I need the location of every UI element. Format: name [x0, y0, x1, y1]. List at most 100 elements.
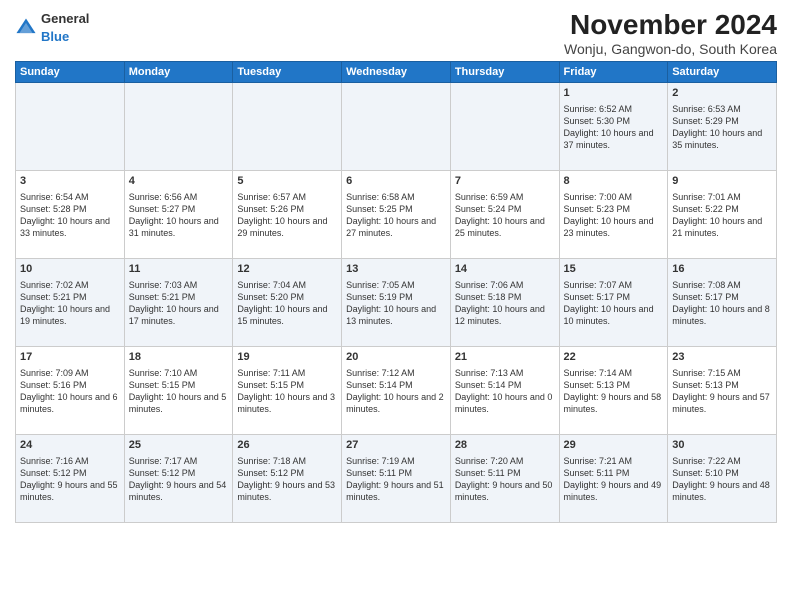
calendar-cell: 25Sunrise: 7:17 AMSunset: 5:12 PMDayligh… [124, 434, 233, 522]
day-info: Daylight: 9 hours and 55 minutes. [20, 479, 120, 503]
calendar-cell: 13Sunrise: 7:05 AMSunset: 5:19 PMDayligh… [342, 258, 451, 346]
day-info: Daylight: 9 hours and 54 minutes. [129, 479, 229, 503]
day-info: Daylight: 10 hours and 19 minutes. [20, 303, 120, 327]
day-number: 8 [564, 174, 664, 189]
calendar-cell [342, 82, 451, 170]
day-info: Sunset: 5:21 PM [129, 291, 229, 303]
calendar-cell: 20Sunrise: 7:12 AMSunset: 5:14 PMDayligh… [342, 346, 451, 434]
day-info: Daylight: 10 hours and 0 minutes. [455, 391, 555, 415]
day-info: Sunset: 5:10 PM [672, 467, 772, 479]
calendar-cell [124, 82, 233, 170]
day-info: Sunset: 5:17 PM [672, 291, 772, 303]
calendar-week-3: 10Sunrise: 7:02 AMSunset: 5:21 PMDayligh… [16, 258, 777, 346]
calendar-cell: 6Sunrise: 6:58 AMSunset: 5:25 PMDaylight… [342, 170, 451, 258]
calendar-cell: 29Sunrise: 7:21 AMSunset: 5:11 PMDayligh… [559, 434, 668, 522]
day-info: Sunrise: 7:02 AM [20, 279, 120, 291]
day-info: Sunset: 5:18 PM [455, 291, 555, 303]
day-info: Daylight: 10 hours and 8 minutes. [672, 303, 772, 327]
day-number: 16 [672, 262, 772, 277]
day-number: 14 [455, 262, 555, 277]
day-info: Sunset: 5:16 PM [20, 379, 120, 391]
calendar-cell: 12Sunrise: 7:04 AMSunset: 5:20 PMDayligh… [233, 258, 342, 346]
logo-blue: Blue [41, 29, 69, 44]
day-info: Daylight: 10 hours and 29 minutes. [237, 215, 337, 239]
day-info: Sunrise: 7:01 AM [672, 191, 772, 203]
day-info: Sunrise: 7:18 AM [237, 455, 337, 467]
day-number: 19 [237, 350, 337, 365]
header-row: Sunday Monday Tuesday Wednesday Thursday… [16, 61, 777, 82]
day-number: 25 [129, 438, 229, 453]
day-number: 2 [672, 86, 772, 101]
day-info: Sunset: 5:26 PM [237, 203, 337, 215]
day-info: Daylight: 9 hours and 57 minutes. [672, 391, 772, 415]
calendar-cell: 15Sunrise: 7:07 AMSunset: 5:17 PMDayligh… [559, 258, 668, 346]
day-info: Sunrise: 7:03 AM [129, 279, 229, 291]
calendar-week-4: 17Sunrise: 7:09 AMSunset: 5:16 PMDayligh… [16, 346, 777, 434]
day-info: Daylight: 10 hours and 5 minutes. [129, 391, 229, 415]
day-info: Sunset: 5:14 PM [346, 379, 446, 391]
day-info: Sunset: 5:11 PM [455, 467, 555, 479]
calendar-cell: 30Sunrise: 7:22 AMSunset: 5:10 PMDayligh… [668, 434, 777, 522]
day-info: Daylight: 10 hours and 35 minutes. [672, 127, 772, 151]
day-info: Sunset: 5:12 PM [237, 467, 337, 479]
day-info: Daylight: 9 hours and 49 minutes. [564, 479, 664, 503]
calendar-cell: 9Sunrise: 7:01 AMSunset: 5:22 PMDaylight… [668, 170, 777, 258]
calendar-cell: 24Sunrise: 7:16 AMSunset: 5:12 PMDayligh… [16, 434, 125, 522]
calendar-cell: 5Sunrise: 6:57 AMSunset: 5:26 PMDaylight… [233, 170, 342, 258]
calendar-cell: 16Sunrise: 7:08 AMSunset: 5:17 PMDayligh… [668, 258, 777, 346]
day-number: 27 [346, 438, 446, 453]
day-info: Sunset: 5:17 PM [564, 291, 664, 303]
calendar-cell: 23Sunrise: 7:15 AMSunset: 5:13 PMDayligh… [668, 346, 777, 434]
month-title: November 2024 [564, 10, 777, 41]
calendar-table: Sunday Monday Tuesday Wednesday Thursday… [15, 61, 777, 523]
day-info: Daylight: 10 hours and 23 minutes. [564, 215, 664, 239]
day-info: Sunset: 5:19 PM [346, 291, 446, 303]
day-info: Sunrise: 7:11 AM [237, 367, 337, 379]
day-info: Sunrise: 7:12 AM [346, 367, 446, 379]
day-info: Sunset: 5:22 PM [672, 203, 772, 215]
day-info: Sunrise: 6:54 AM [20, 191, 120, 203]
logo-text: General Blue [41, 10, 89, 46]
day-info: Daylight: 9 hours and 51 minutes. [346, 479, 446, 503]
day-number: 1 [564, 86, 664, 101]
day-number: 18 [129, 350, 229, 365]
day-info: Sunrise: 6:59 AM [455, 191, 555, 203]
calendar-cell: 14Sunrise: 7:06 AMSunset: 5:18 PMDayligh… [450, 258, 559, 346]
day-info: Daylight: 10 hours and 21 minutes. [672, 215, 772, 239]
col-tuesday: Tuesday [233, 61, 342, 82]
day-info: Sunset: 5:12 PM [20, 467, 120, 479]
logo-icon [15, 17, 37, 39]
day-number: 30 [672, 438, 772, 453]
calendar-cell: 2Sunrise: 6:53 AMSunset: 5:29 PMDaylight… [668, 82, 777, 170]
day-number: 11 [129, 262, 229, 277]
calendar-cell: 1Sunrise: 6:52 AMSunset: 5:30 PMDaylight… [559, 82, 668, 170]
day-info: Sunrise: 7:21 AM [564, 455, 664, 467]
day-info: Daylight: 9 hours and 48 minutes. [672, 479, 772, 503]
day-info: Sunset: 5:11 PM [346, 467, 446, 479]
calendar-cell: 28Sunrise: 7:20 AMSunset: 5:11 PMDayligh… [450, 434, 559, 522]
calendar-cell [233, 82, 342, 170]
day-info: Sunrise: 6:58 AM [346, 191, 446, 203]
day-info: Sunrise: 6:57 AM [237, 191, 337, 203]
day-info: Sunrise: 7:15 AM [672, 367, 772, 379]
day-info: Daylight: 10 hours and 17 minutes. [129, 303, 229, 327]
day-number: 28 [455, 438, 555, 453]
calendar-cell: 27Sunrise: 7:19 AMSunset: 5:11 PMDayligh… [342, 434, 451, 522]
col-friday: Friday [559, 61, 668, 82]
day-info: Daylight: 10 hours and 15 minutes. [237, 303, 337, 327]
col-sunday: Sunday [16, 61, 125, 82]
day-info: Sunset: 5:28 PM [20, 203, 120, 215]
day-number: 6 [346, 174, 446, 189]
logo-general: General [41, 11, 89, 26]
day-info: Sunrise: 7:05 AM [346, 279, 446, 291]
calendar-week-2: 3Sunrise: 6:54 AMSunset: 5:28 PMDaylight… [16, 170, 777, 258]
day-info: Sunset: 5:11 PM [564, 467, 664, 479]
day-info: Sunrise: 6:52 AM [564, 103, 664, 115]
calendar-cell: 26Sunrise: 7:18 AMSunset: 5:12 PMDayligh… [233, 434, 342, 522]
day-info: Sunset: 5:20 PM [237, 291, 337, 303]
day-info: Sunrise: 7:06 AM [455, 279, 555, 291]
day-info: Sunset: 5:25 PM [346, 203, 446, 215]
day-number: 26 [237, 438, 337, 453]
calendar-cell: 19Sunrise: 7:11 AMSunset: 5:15 PMDayligh… [233, 346, 342, 434]
day-info: Sunset: 5:14 PM [455, 379, 555, 391]
